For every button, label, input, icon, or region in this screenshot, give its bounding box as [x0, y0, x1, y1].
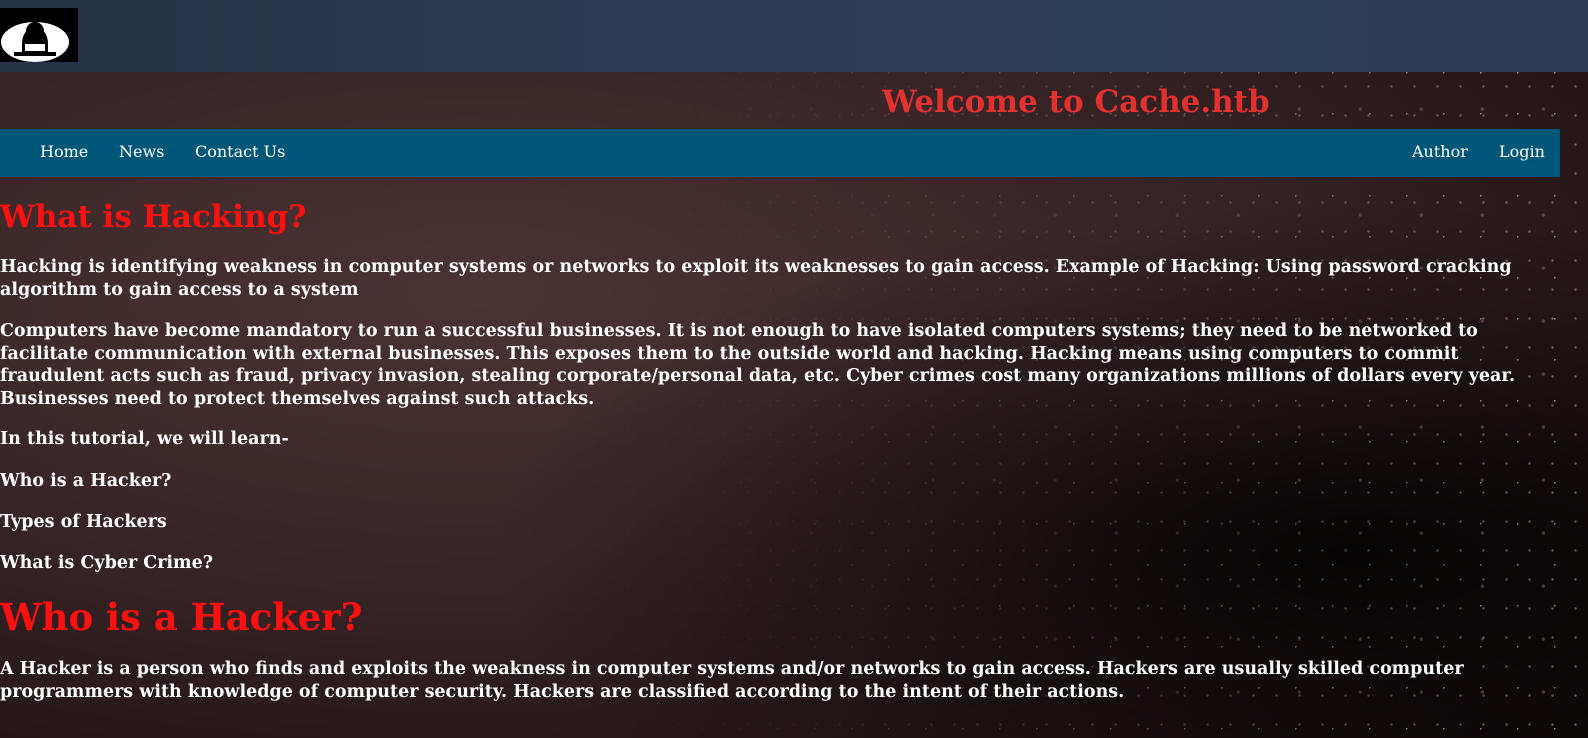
toc-item: Types of Hackers	[0, 512, 167, 532]
paragraph-tutorial-intro: In this tutorial, we will learn-	[0, 429, 289, 449]
nav-login-link[interactable]: Login	[1499, 142, 1545, 161]
nav-news-link[interactable]: News	[119, 142, 164, 161]
site-logo[interactable]	[0, 8, 78, 62]
paragraph-hacker-definition: A Hacker is a person who finds and explo…	[0, 659, 1464, 702]
nav-home-link[interactable]: Home	[40, 142, 88, 161]
welcome-title: Welcome to Cache.htb	[882, 84, 1270, 120]
nav-contact-link[interactable]: Contact Us	[195, 142, 285, 161]
paragraph-hacking-definition: Hacking is identifying weakness in compu…	[0, 257, 1512, 300]
toc-item: Who is a Hacker?	[0, 470, 172, 491]
heading-who-is-hacker: Who is a Hacker?	[0, 595, 363, 639]
main-navbar: Home News Contact Us Author Login	[0, 129, 1560, 177]
hacker-silhouette-icon	[0, 8, 78, 62]
article-content: What is Hacking? Hacking is identifying …	[0, 197, 1565, 703]
nav-author-link[interactable]: Author	[1412, 142, 1468, 161]
paragraph-computers: Computers have become mandatory to run a…	[0, 321, 1516, 409]
top-banner	[0, 0, 1588, 72]
toc-item: What is Cyber Crime?	[0, 552, 213, 573]
heading-what-is-hacking: What is Hacking?	[0, 199, 307, 235]
